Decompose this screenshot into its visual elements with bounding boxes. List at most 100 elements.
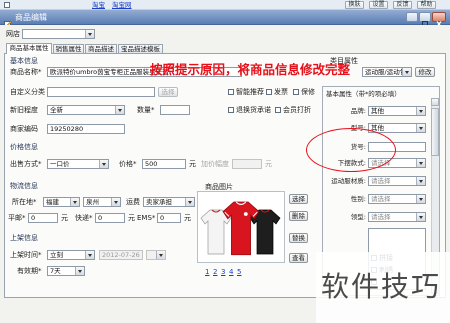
skin-button[interactable]: 换肤 [345,1,364,9]
attributes-header: 基本属性（带*的项必填） [326,90,401,98]
member-discount-option[interactable]: 会员打折 [275,106,311,114]
validity-select[interactable]: 7天 [47,266,85,276]
ems-unit: 元 [184,214,191,222]
checkbox-icon[interactable] [228,107,234,113]
gender-select[interactable]: 请选择 [368,194,426,204]
quantity-input[interactable] [160,105,190,115]
edit-icon [4,13,12,28]
image-replace-button[interactable]: 替换 [289,233,308,243]
express-value: 0 [98,214,103,222]
surface-mail-label: 平邮* [8,214,26,222]
toolbar-link-taobao-site[interactable]: 淘宝网 [112,1,132,9]
checkbox-icon[interactable] [266,89,272,95]
toolbar-link-taobao[interactable]: 淘宝 [92,1,105,9]
window-title: 商品编辑 [15,13,47,22]
image-page-3[interactable]: 3 [221,268,225,276]
brand-select[interactable]: 其他 [368,106,426,116]
condition-label: 新旧程度 [10,106,38,114]
product-image[interactable] [197,191,285,263]
listing-time-select[interactable]: 立刻 [47,250,95,260]
smart-recommend-option[interactable]: 智能推荐 [228,88,264,96]
category-select[interactable]: 运动服/运动包/颈环配件 [362,67,412,77]
image-page-4[interactable]: 4 [229,268,233,276]
image-select-button[interactable]: 选择 [289,194,308,204]
warranty-label: 保修 [301,88,315,96]
annotation-ellipse [306,128,396,172]
collar-select[interactable]: 请选择 [368,212,426,222]
annotation-text: 按照提示原因，将商品信息修改完整 [150,62,351,77]
location-label: 所在地* [12,198,37,206]
condition-select[interactable]: 全新 [47,105,125,115]
ems-value: 0 [160,214,165,222]
checkbox-icon[interactable] [275,107,281,113]
gender-label: 性别: [350,195,366,203]
scroll-thumb[interactable] [431,108,439,156]
validity-value: 7天 [50,267,61,275]
image-page-5[interactable]: 5 [237,268,241,276]
image-page-2[interactable]: 2 [213,268,217,276]
shop-label: 网店 [6,30,20,38]
custom-category-input[interactable] [47,87,155,97]
increment-label: 加价幅度 [201,160,229,168]
merchant-code-label: 商家编码 [10,125,38,133]
material-label: 运动服材质: [331,177,366,185]
image-page-1[interactable]: 1 [205,268,209,276]
maximize-icon[interactable] [419,12,431,27]
material-select[interactable]: 请选择 [368,176,426,186]
ems-input[interactable]: 0 [157,213,181,223]
gender-value: 请选择 [371,195,391,203]
freight-value: 卖家承担 [146,198,172,206]
collar-label: 领型: [350,213,366,221]
custom-category-select-button[interactable]: 选择 [158,87,178,97]
surface-mail-unit: 元 [61,214,68,222]
province-select[interactable]: 福建 [43,197,80,207]
sale-type-select[interactable]: 一口价 [47,159,109,169]
price-unit: 元 [189,160,196,168]
warranty-option[interactable]: 保修 [293,88,315,96]
help-button[interactable]: 帮助 [417,1,436,9]
merchant-code-value: 19250280 [50,125,84,133]
surface-mail-input[interactable]: 0 [28,213,58,223]
shop-select[interactable] [22,29,95,39]
express-input[interactable]: 0 [95,213,125,223]
price-input[interactable]: 500 [142,159,186,169]
image-delete-button[interactable]: 删除 [289,211,308,221]
increment-input[interactable] [232,159,262,169]
image-view-button[interactable]: 查看 [289,253,308,263]
select-all-checkbox[interactable] [4,2,10,8]
scroll-up-icon[interactable] [431,98,439,106]
increment-unit: 元 [265,160,272,168]
merchant-code-input[interactable]: 19250280 [47,124,125,134]
price-value: 500 [145,160,158,168]
invoice-option[interactable]: 发票 [266,88,288,96]
listing-time-label: 上架时间* [10,251,42,259]
listing-date-input[interactable]: 2012-07-26 [99,250,143,260]
checkbox-icon[interactable] [293,89,299,95]
express-unit: 元 [128,214,135,222]
minimize-icon[interactable] [406,12,418,27]
feedback-button[interactable]: 反馈 [393,1,412,9]
member-discount-label: 会员打折 [283,106,311,114]
surface-mail-value: 0 [31,214,36,222]
close-icon[interactable] [432,12,446,27]
return-promise-label: 退换货承诺 [236,106,271,114]
category-edit-button[interactable]: 修改 [415,67,435,77]
tab-basic-attributes[interactable]: 商品基本属性 [6,43,52,54]
validity-label: 有效期* [17,267,42,275]
title-bar[interactable] [0,10,450,25]
city-select[interactable]: 泉州 [83,197,121,207]
category-value: 运动服/运动包/颈环配件 [365,68,411,76]
return-promise-option[interactable]: 退换货承诺 [228,106,271,114]
quantity-label: 数量* [137,106,155,114]
settings-button[interactable]: 设置 [369,1,388,9]
checkbox-icon[interactable] [228,89,234,95]
city-value: 泉州 [86,198,99,206]
custom-category-label: 自定义分类 [10,88,45,96]
brand-label: 品牌: [350,107,366,115]
freight-select[interactable]: 卖家承担 [143,197,195,207]
smart-recommend-label: 智能推荐 [236,88,264,96]
listing-hour-select[interactable] [146,250,166,260]
freight-label: 运费 [126,198,140,206]
listing-header: 上架信息 [10,234,38,242]
basic-info-header: 基本信息 [10,57,38,65]
